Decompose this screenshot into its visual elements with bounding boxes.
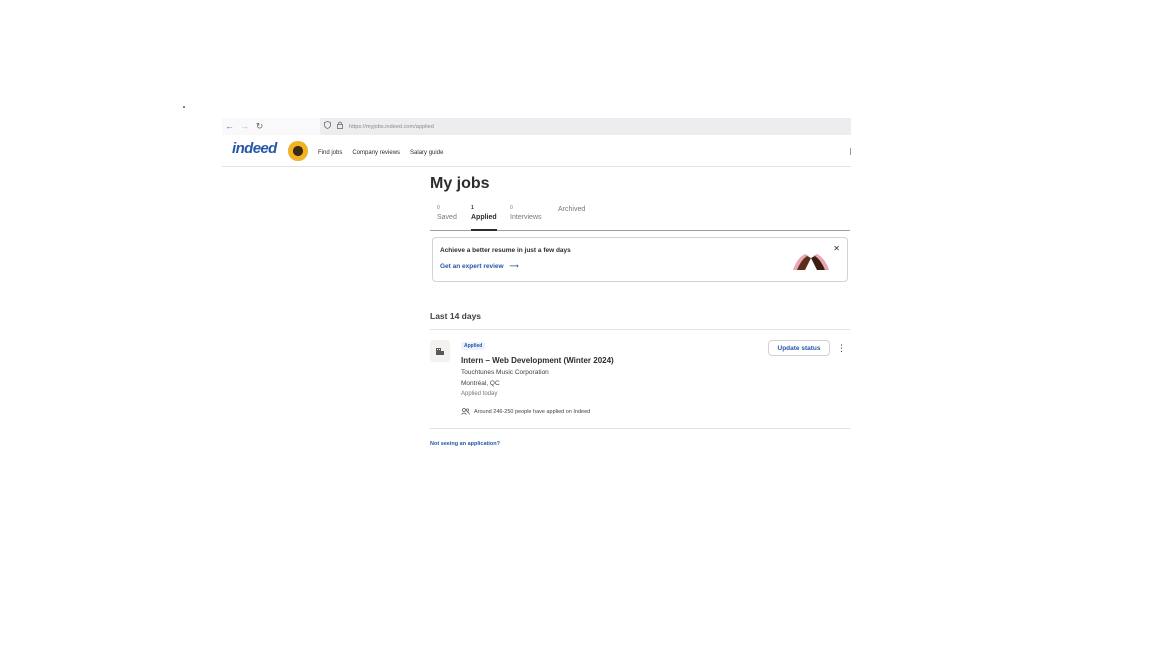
job-title[interactable]: Intern – Web Development (Winter 2024) [461,356,614,365]
section-heading: Last 14 days [430,311,482,321]
applicants-text: Around 246-250 people have applied on In… [474,408,591,415]
main-nav: Find jobs Company reviews Salary guide [318,150,443,156]
header-divider [850,148,851,155]
job-card: Applied Intern – Web Development (Winter… [430,330,850,429]
building-icon [430,340,450,362]
forward-button[interactable]: → [237,118,252,135]
shield-icon [324,118,331,135]
not-seeing-application-link[interactable]: Not seeing an application? [430,441,500,447]
people-icon [461,408,470,415]
stray-dot [183,106,185,108]
nav-company-reviews[interactable]: Company reviews [352,150,400,156]
site-header: indeed Find jobs Company reviews Salary … [222,136,851,167]
tab-count: 0 [510,205,513,211]
tab-label: Interviews [510,214,542,221]
applicants-info: Around 246-250 people have applied on In… [461,408,590,415]
tab-label: Archived [558,206,586,213]
nav-find-jobs[interactable]: Find jobs [318,150,342,156]
back-button[interactable]: ← [222,118,237,135]
tab-interviews[interactable]: 0 Interviews [510,204,542,231]
tab-archived[interactable]: Archived [558,204,585,231]
company-name: Touchtunes Music Corporation [461,369,549,376]
tab-count: 1 [471,205,474,211]
job-status-tabs: 0 Saved 1 Applied 0 Interviews Archived [430,204,850,231]
tab-count: 0 [437,205,440,211]
promo-link-label: Get an expert review [440,263,504,270]
tab-applied[interactable]: 1 Applied [471,204,497,231]
lock-icon [337,118,343,135]
tab-label: Applied [471,214,497,221]
expert-review-link[interactable]: Get an expert review ⟶ [440,262,519,270]
more-options-icon[interactable]: ⋮ [837,342,846,354]
update-status-button[interactable]: Update status [768,340,830,356]
job-location: Montréal, QC [461,380,500,387]
sunflower-icon [288,141,308,161]
status-badge: Applied [461,342,486,350]
page-title: My jobs [430,175,490,192]
close-icon[interactable]: ✕ [833,244,840,253]
resume-review-promo: Achieve a better resume in just a few da… [432,237,848,282]
browser-toolbar: ← → ↻ https://myjobs.indeed.com/applied [222,118,851,135]
hands-illustration [793,254,829,270]
tab-label: Saved [437,214,457,221]
applied-date: Applied today [461,391,498,397]
tab-saved[interactable]: 0 Saved [437,204,457,231]
indeed-logo[interactable]: indeed [232,140,277,157]
nav-salary-guide[interactable]: Salary guide [410,150,443,156]
arrow-right-icon: ⟶ [509,263,519,270]
reload-button[interactable]: ↻ [252,118,267,135]
address-bar[interactable]: https://myjobs.indeed.com/applied [320,118,851,135]
url-text: https://myjobs.indeed.com/applied [349,123,434,130]
promo-title: Achieve a better resume in just a few da… [440,247,571,254]
